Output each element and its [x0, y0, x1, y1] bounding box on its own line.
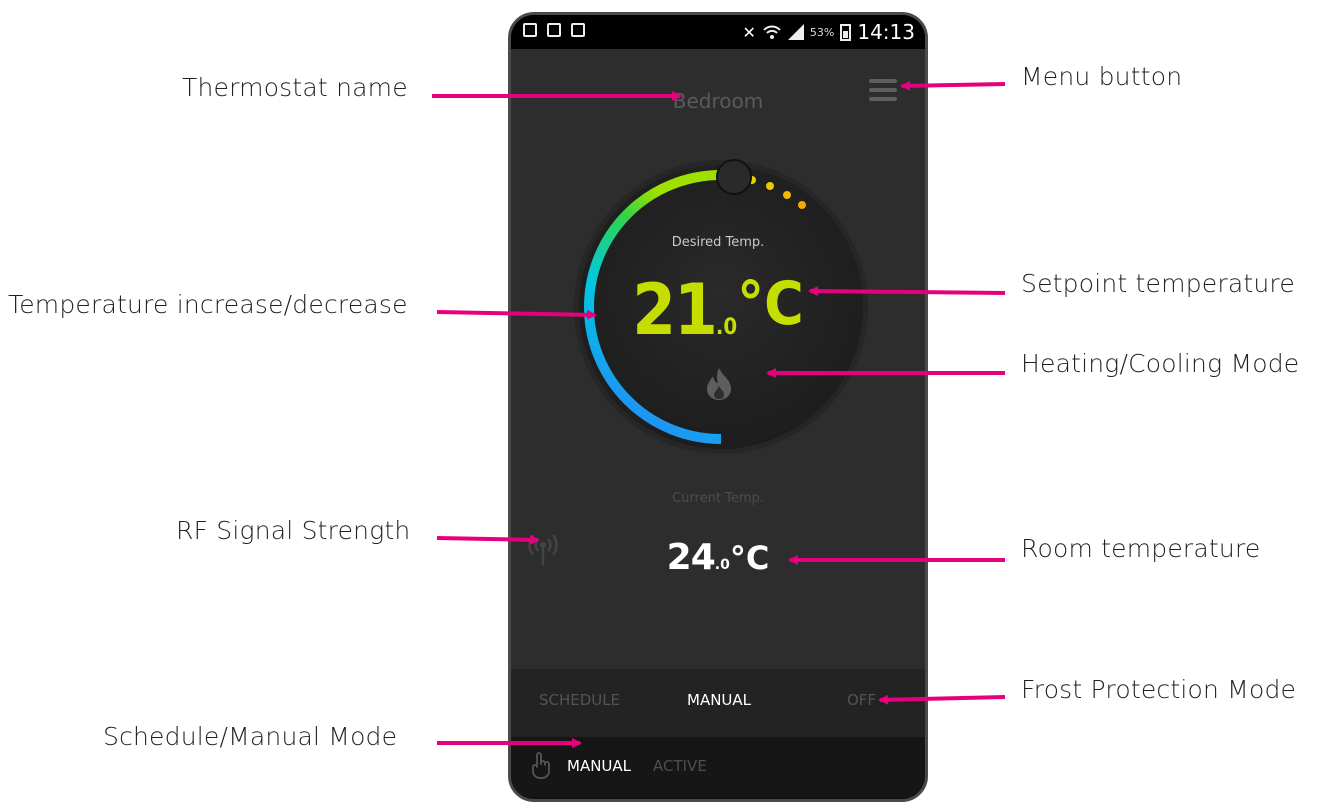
status-bar: ✕ 53% 14:13: [511, 15, 925, 49]
video-icon: [547, 23, 561, 37]
setpoint-unit: °C: [737, 269, 804, 339]
annotation-schedule-manual: Schedule/Manual Mode: [103, 722, 398, 751]
active-state: ACTIVE: [653, 757, 707, 775]
annotation-frost-protection: Frost Protection Mode: [1021, 675, 1297, 704]
room-unit: °C: [729, 539, 770, 577]
rf-signal-icon: [528, 534, 558, 565]
room-decimal: .0: [714, 557, 730, 573]
phone-frame: ✕ 53% 14:13 Bedroom Desired Temp. 21.0°C…: [508, 12, 928, 802]
mode-schedule[interactable]: SCHEDULE: [539, 691, 620, 709]
desired-temp-label: Desired Temp.: [671, 235, 765, 250]
annotation-room-temp: Room temperature: [1021, 534, 1261, 563]
annotation-menu-button: Menu button: [1021, 62, 1183, 91]
wifi-icon: [763, 25, 781, 39]
setpoint-decimal: .0: [715, 315, 738, 340]
clock: 14:13: [857, 20, 915, 44]
active-status-bar: MANUAL ACTIVE: [511, 737, 925, 797]
annotation-temp-increase: Temperature increase/decrease: [8, 290, 408, 319]
mode-manual[interactable]: MANUAL: [687, 691, 751, 709]
annotation-setpoint: Setpoint temperature: [1021, 269, 1295, 298]
thermostat-name[interactable]: Bedroom: [511, 89, 925, 113]
dial-knob[interactable]: [716, 159, 752, 195]
thermostat-screen: Bedroom Desired Temp. 21.0°C Current Tem…: [511, 49, 925, 669]
battery-icon: [840, 23, 852, 41]
active-mode: MANUAL: [567, 757, 632, 775]
annotation-thermostat-name: Thermostat name: [182, 73, 408, 102]
setpoint-integer: 21: [632, 269, 718, 351]
setpoint-temperature: 21.0°C: [511, 269, 925, 351]
annotation-rf-signal: RF Signal Strength: [176, 516, 411, 545]
notification-icons: [523, 23, 585, 37]
flame-icon[interactable]: [704, 367, 734, 401]
current-temp-label: Current Temp.: [672, 491, 764, 506]
cell-signal-icon: [787, 24, 804, 40]
room-integer: 24: [666, 537, 716, 578]
room-temperature: 24.0°C: [511, 537, 925, 578]
annotation-heating-cooling: Heating/Cooling Mode: [1021, 349, 1300, 378]
gallery-icon: [523, 23, 537, 37]
clipboard-icon: [571, 23, 585, 37]
mute-icon: ✕: [742, 22, 756, 42]
mode-off[interactable]: OFF: [847, 691, 876, 709]
mode-bar: SCHEDULE MANUAL OFF: [511, 669, 925, 737]
hand-icon: [532, 752, 550, 779]
menu-icon[interactable]: [869, 79, 897, 103]
battery-percent: 53%: [809, 25, 835, 39]
